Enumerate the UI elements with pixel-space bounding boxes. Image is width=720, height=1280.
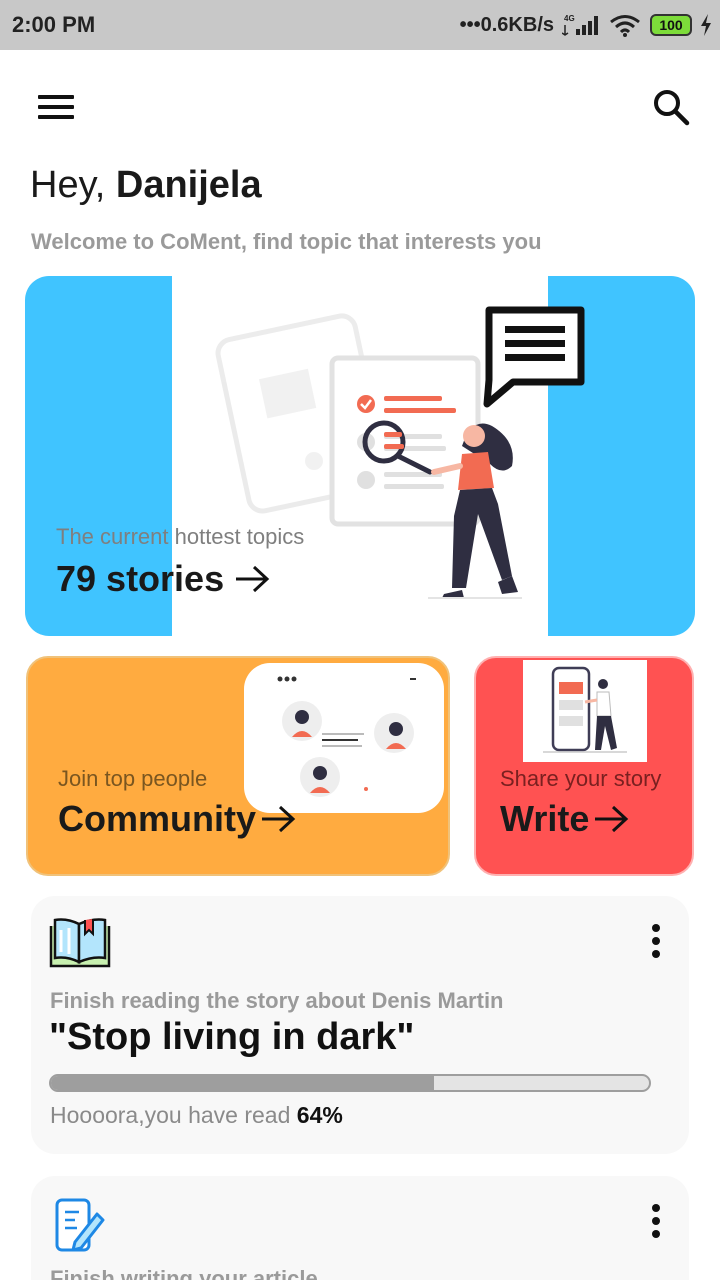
pencil-note-icon <box>55 1198 105 1252</box>
battery-indicator: 100 <box>650 14 692 36</box>
reading-percent: 64% <box>296 1102 343 1128</box>
reading-status-prefix: Hoooora,you have read <box>50 1102 297 1128</box>
charging-icon <box>701 14 711 36</box>
arrow-right-icon <box>236 565 270 593</box>
more-options-icon[interactable] <box>646 922 666 962</box>
community-card[interactable]: Join top people Community <box>26 656 450 876</box>
write-title: Write <box>500 798 629 840</box>
chat-bubble-icon <box>483 306 585 408</box>
welcome-text: Welcome to CoMent, find topic that inter… <box>31 229 542 254</box>
status-icons: •••0.6KB/s 4G 100 <box>460 10 712 40</box>
hot-topics-subtitle: The current hottest topics <box>56 524 305 549</box>
greeting-heading: Hey, Danijela <box>30 164 262 207</box>
community-subtitle: Join top people <box>58 766 208 791</box>
hot-topics-card[interactable]: The current hottest topics 79 stories <box>25 276 695 636</box>
book-icon <box>49 918 111 968</box>
write-label: Write <box>500 798 590 839</box>
arrow-right-icon <box>595 805 629 833</box>
wifi-icon <box>610 15 640 37</box>
user-name: Danijela <box>115 164 262 206</box>
article-subtitle: Finish writing your article <box>50 1266 318 1280</box>
reading-progress-bar <box>49 1074 651 1092</box>
phone-writing-illustration <box>523 660 647 762</box>
signal-icon: 4G <box>562 14 598 36</box>
arrow-right-icon <box>262 805 296 833</box>
community-label: Community <box>58 798 256 839</box>
network-speed: •••0.6KB/s <box>459 13 554 36</box>
community-title: Community <box>58 798 296 840</box>
story-title: "Stop living in dark" <box>49 1016 415 1058</box>
reading-progress-fill <box>51 1076 434 1090</box>
community-people-illustration <box>244 663 444 813</box>
reading-status: Hoooora,you have read 64% <box>50 1102 343 1129</box>
more-options-icon[interactable] <box>646 1202 666 1242</box>
continue-reading-card[interactable]: Finish reading the story about Denis Mar… <box>31 896 689 1154</box>
search-icon[interactable] <box>650 86 692 128</box>
write-subtitle: Share your story <box>500 766 662 791</box>
greeting-hey: Hey, <box>30 164 106 206</box>
status-bar: 2:00 PM •••0.6KB/s 4G 100 <box>0 0 720 50</box>
hamburger-menu-icon[interactable] <box>36 92 78 122</box>
hot-topics-title: 79 stories <box>56 558 270 600</box>
write-card[interactable]: Share your story Write <box>474 656 694 876</box>
network-type: 4G <box>564 14 575 23</box>
continue-writing-card[interactable]: Finish writing your article <box>31 1176 689 1280</box>
status-time: 2:00 PM <box>12 12 96 37</box>
reading-subtitle: Finish reading the story about Denis Mar… <box>50 988 504 1013</box>
stories-count: 79 stories <box>56 558 225 599</box>
